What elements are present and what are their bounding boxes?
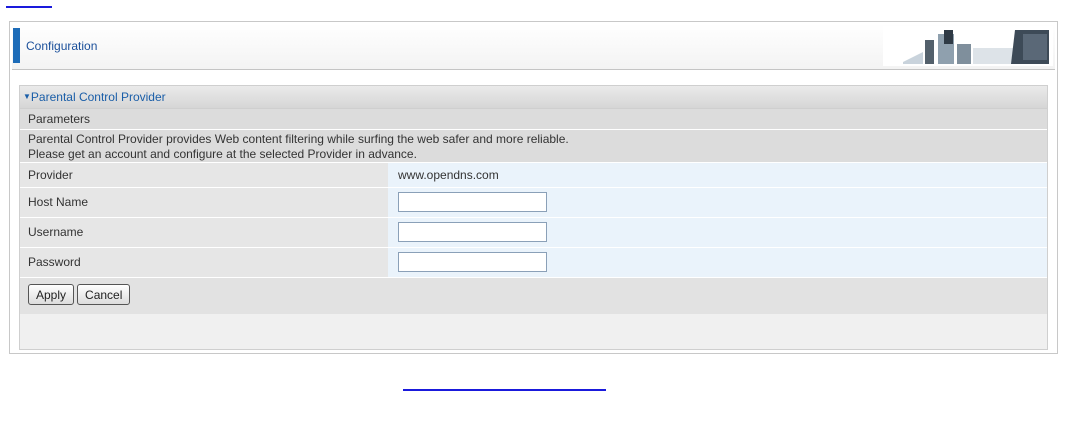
hostname-input[interactable] [398,192,547,212]
username-cell [388,218,1047,247]
section-description: Parental Control Provider provides Web c… [20,130,1047,163]
parental-control-section: ▼Parental Control Provider Parameters Pa… [19,85,1048,350]
page-title: Configuration [26,39,98,53]
header-accent-bar [13,28,20,63]
password-input[interactable] [398,252,547,272]
hostname-cell [388,188,1047,217]
username-input[interactable] [398,222,547,242]
hostname-row: Host Name [20,188,1047,218]
triangle-down-icon: ▼ [23,92,31,101]
username-row: Username [20,218,1047,248]
bottom-link[interactable] [403,389,606,391]
password-row: Password [20,248,1047,278]
provider-value: www.opendns.com [388,163,1047,187]
description-line-2: Please get an account and configure at t… [28,147,417,161]
parameters-label: Parameters [20,109,1047,130]
top-link[interactable] [6,0,52,8]
password-cell [388,248,1047,277]
banner-image [883,26,1053,66]
password-label: Password [20,248,388,277]
provider-row: Provider www.opendns.com [20,163,1047,188]
provider-label: Provider [20,163,388,187]
description-line-1: Parental Control Provider provides Web c… [28,132,569,146]
apply-button[interactable]: Apply [28,284,75,305]
button-row: Apply Cancel [20,278,1047,314]
username-label: Username [20,218,388,247]
hostname-label: Host Name [20,188,388,217]
section-header[interactable]: ▼Parental Control Provider [20,86,1047,109]
configuration-header: Configuration [12,24,1055,70]
section-title: Parental Control Provider [30,90,166,104]
cancel-button[interactable]: Cancel [77,284,131,305]
configuration-panel: Configuration ▼Parental Control Provider… [9,21,1058,354]
